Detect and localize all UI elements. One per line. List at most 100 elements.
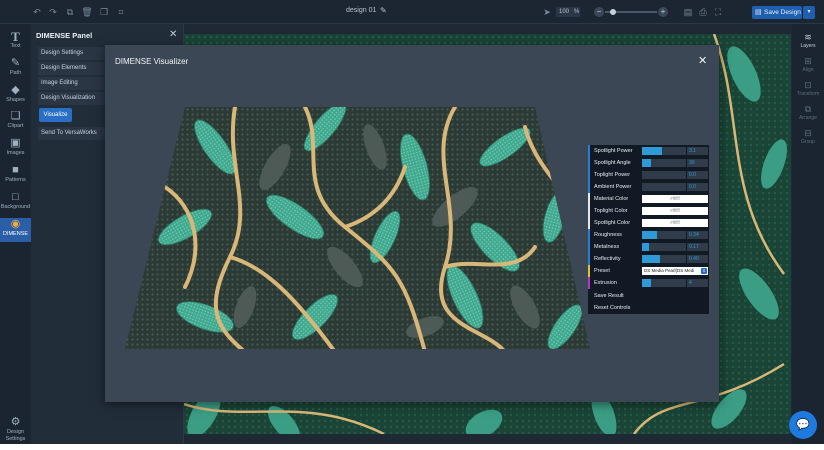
control-toplight-color[interactable]: Toplight Color #ffffff xyxy=(588,205,709,217)
rail-item-images[interactable]: ▣ Images xyxy=(0,137,31,161)
control-roughness[interactable]: Roughness 0.34 xyxy=(588,229,709,241)
close-icon[interactable]: ✕ xyxy=(169,29,177,40)
rail-label: Align xyxy=(802,67,814,73)
spotlight-angle-slider[interactable] xyxy=(642,159,686,167)
visualizer-controls: Spotlight Power 3.1 Spotlight Angle 30 T… xyxy=(588,145,709,314)
rail-item-dimense[interactable]: ◉ DIMENSE xyxy=(0,218,31,242)
panel-title: DIMENSE Panel xyxy=(36,31,93,40)
pointer-icon[interactable]: ➤ xyxy=(541,6,553,18)
rail-item-design-settings[interactable]: ⚙ Design Settings xyxy=(0,416,31,444)
toplight-color-input[interactable]: #ffffff xyxy=(642,207,708,215)
zoom-in-button[interactable]: + xyxy=(658,7,668,17)
rail-item-clipart[interactable]: ❏ Clipart xyxy=(0,110,31,134)
rail-item-path[interactable]: ✎ Path xyxy=(0,57,31,81)
rail-item-layers[interactable]: ≋ Layers xyxy=(792,32,824,49)
save-design-label: Save Design xyxy=(764,9,801,16)
toplight-power-slider[interactable] xyxy=(642,171,686,179)
toplight-power-input[interactable]: 0.0 xyxy=(687,171,708,179)
extrusion-slider[interactable] xyxy=(642,279,686,287)
rail-item-arrange[interactable]: ⧉ Arrange xyxy=(792,104,824,121)
undo-icon[interactable]: ↶ xyxy=(31,6,43,18)
ambient-power-slider[interactable] xyxy=(642,183,686,191)
document-title[interactable]: design 01 xyxy=(346,7,376,14)
slider-fill xyxy=(642,231,657,239)
rail-label: Patterns xyxy=(5,177,26,183)
control-label: Metalness xyxy=(594,244,620,250)
rail-item-align[interactable]: ⊞ Align xyxy=(792,56,824,73)
spotlight-power-slider[interactable] xyxy=(642,147,686,155)
control-spotlight-angle[interactable]: Spotlight Angle 30 xyxy=(588,157,709,169)
rail-label: Path xyxy=(9,70,22,76)
control-extrusion[interactable]: Extrusion 4 xyxy=(588,277,709,289)
metalness-slider[interactable] xyxy=(642,243,686,251)
save-result-button[interactable]: Save Result xyxy=(588,290,709,302)
rail-item-group[interactable]: ⊟ Group xyxy=(792,128,824,145)
control-label: Roughness xyxy=(594,232,622,238)
3d-preview[interactable] xyxy=(125,107,595,352)
reflectivity-input[interactable]: 0.40 xyxy=(687,255,708,263)
rail-item-shapes[interactable]: ◆ Shapes xyxy=(0,84,31,108)
dimense-icon: ◉ xyxy=(10,218,21,230)
reflectivity-slider[interactable] xyxy=(642,255,686,263)
preset-value: DS Media Pearl(DS Medi xyxy=(644,268,695,273)
control-label: Spotlight Angle xyxy=(594,160,631,166)
control-label: Extrusion xyxy=(594,280,617,286)
save-disk-icon: ▤ xyxy=(755,9,762,16)
right-tool-rail: ≋ Layers ⊞ Align ⊡ Transform ⧉ Arrange ⊟… xyxy=(792,24,824,444)
control-label: Toplight Power xyxy=(594,172,631,178)
control-label: Material Color xyxy=(594,196,629,202)
text-icon: T xyxy=(11,29,20,44)
print-icon[interactable]: ⎙ xyxy=(697,6,709,18)
rail-label: DIMENSE xyxy=(2,231,29,237)
control-preset[interactable]: Preset DS Media Pearl(DS Medi ⇕ xyxy=(588,265,709,277)
ambient-power-input[interactable]: 0.0 xyxy=(687,183,708,191)
metalness-input[interactable]: 0.17 xyxy=(687,243,708,251)
slider-fill xyxy=(642,159,651,167)
control-spotlight-color[interactable]: Spotlight Color #ffffff xyxy=(588,217,709,229)
trash-icon[interactable]: 🗑 xyxy=(81,6,93,18)
rail-label: Clipart xyxy=(7,123,24,129)
shapes-icon: ◆ xyxy=(11,84,20,96)
rail-item-text[interactable]: T Text xyxy=(0,30,31,54)
control-reflectivity[interactable]: Reflectivity 0.40 xyxy=(588,253,709,265)
spotlight-color-input[interactable]: #ffffff xyxy=(642,219,708,227)
zoom-out-button[interactable]: − xyxy=(594,7,604,17)
preset-select[interactable]: DS Media Pearl(DS Medi ⇕ xyxy=(642,267,708,275)
rail-label: Images xyxy=(6,150,25,156)
copy-icon[interactable]: ⧉ xyxy=(64,6,76,18)
edit-title-icon[interactable]: ✎ xyxy=(380,6,387,15)
rail-label: Background xyxy=(0,204,31,210)
save-disk-icon[interactable]: ▤ xyxy=(682,6,694,18)
app-window: ↶ ↷ ⧉ 🗑 ❐ ⌗ design 01 ✎ ➤ 100 % − + ▤ ⎙ … xyxy=(0,0,824,444)
zoom-slider-handle[interactable] xyxy=(610,9,616,15)
fullscreen-icon[interactable]: ⛶ xyxy=(712,6,724,18)
rail-item-transform[interactable]: ⊡ Transform xyxy=(792,80,824,97)
zoom-unit: % xyxy=(574,9,580,15)
reset-controls-button[interactable]: Reset Controls xyxy=(588,302,709,314)
rail-item-background[interactable]: □ Background xyxy=(0,191,31,215)
spotlight-angle-input[interactable]: 30 xyxy=(687,159,708,167)
roughness-input[interactable]: 0.34 xyxy=(687,231,708,239)
save-options-dropdown[interactable]: ▾ xyxy=(803,6,815,19)
control-ambient-power[interactable]: Ambient Power 0.0 xyxy=(588,181,709,193)
crop-icon[interactable]: ⌗ xyxy=(115,6,127,18)
roughness-slider[interactable] xyxy=(642,231,686,239)
control-label: Spotlight Color xyxy=(594,220,631,226)
duplicate-icon[interactable]: ❐ xyxy=(98,6,110,18)
visualize-button[interactable]: Visualize xyxy=(39,108,72,122)
save-design-button[interactable]: ▤ Save Design xyxy=(752,6,802,19)
extrusion-input[interactable]: 4 xyxy=(687,279,708,287)
redo-icon[interactable]: ↷ xyxy=(47,6,59,18)
control-material-color[interactable]: Material Color #ffffff xyxy=(588,193,709,205)
rail-item-patterns[interactable]: ■ Patterns xyxy=(0,164,31,188)
control-toplight-power[interactable]: Toplight Power 0.0 xyxy=(588,169,709,181)
control-label: Preset xyxy=(594,268,610,274)
control-spotlight-power[interactable]: Spotlight Power 3.1 xyxy=(588,145,709,157)
gear-icon: ⚙ xyxy=(10,416,21,428)
material-color-input[interactable]: #ffffff xyxy=(642,195,708,203)
spotlight-power-input[interactable]: 3.1 xyxy=(687,147,708,155)
chat-support-button[interactable]: 💬 xyxy=(789,411,817,439)
close-icon[interactable]: ✕ xyxy=(698,54,707,67)
images-icon: ▣ xyxy=(10,137,21,149)
control-metalness[interactable]: Metalness 0.17 xyxy=(588,241,709,253)
